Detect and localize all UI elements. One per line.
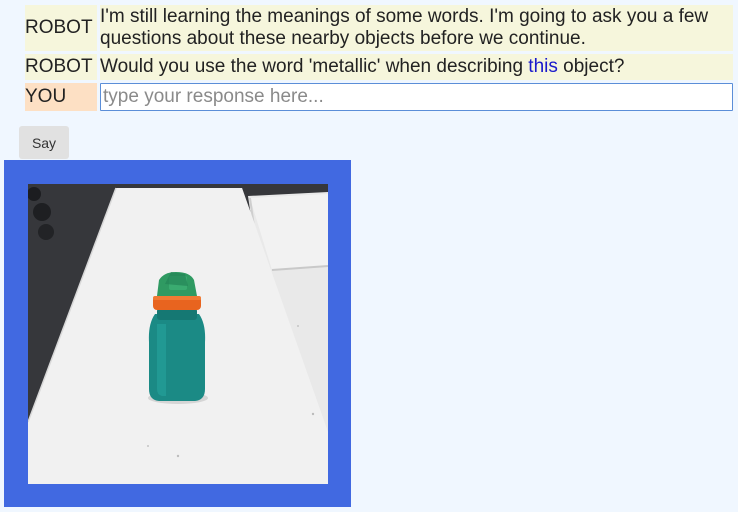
dialog-turn: ROBOT I'm still learning the meanings of… xyxy=(25,5,733,51)
object-photo-frame xyxy=(4,160,351,507)
speaker-label: ROBOT xyxy=(25,5,97,51)
robot-question: Would you use the word 'metallic' when d… xyxy=(100,54,733,80)
page: ROBOT I'm still learning the meanings of… xyxy=(0,0,738,512)
dialog-transcript: ROBOT I'm still learning the meanings of… xyxy=(22,2,736,114)
photo-illustration xyxy=(28,184,328,484)
say-button[interactable]: Say xyxy=(19,126,69,159)
you-label: YOU xyxy=(25,83,97,111)
dialog-turn: ROBOT Would you use the word 'metallic' … xyxy=(25,54,733,80)
response-input[interactable] xyxy=(100,83,733,111)
response-cell xyxy=(100,83,733,111)
object-photo[interactable] xyxy=(28,184,328,484)
question-text-after: object? xyxy=(557,56,625,77)
this-object-link[interactable]: this xyxy=(528,56,558,77)
question-text-before: Would you use the word 'metallic' when d… xyxy=(100,56,529,77)
dialog-turn-user: YOU xyxy=(25,83,733,111)
speaker-label: ROBOT xyxy=(25,54,97,80)
robot-message: I'm still learning the meanings of some … xyxy=(100,5,733,51)
